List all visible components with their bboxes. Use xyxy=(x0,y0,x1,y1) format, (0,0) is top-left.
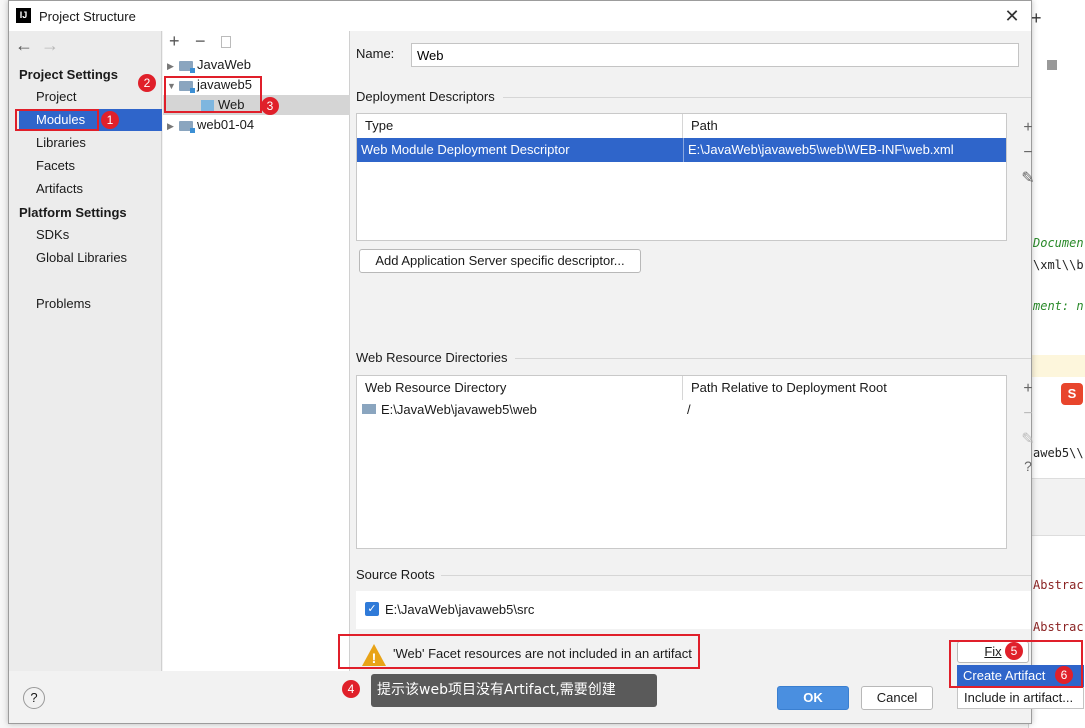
add-icon[interactable]: + xyxy=(169,31,180,52)
web-folder-icon xyxy=(362,404,376,414)
column-header-relative-path[interactable]: Path Relative to Deployment Root xyxy=(683,376,1007,400)
nav-item-global-libraries[interactable]: Global Libraries xyxy=(19,247,162,269)
remove-descriptor-icon[interactable]: − xyxy=(1019,144,1037,162)
collapse-arrow-icon[interactable]: ▼ xyxy=(167,76,179,96)
cell-web-resource-directory: E:\JavaWeb\javaweb5\web xyxy=(381,402,537,417)
edit-pencil-icon[interactable]: ✎ xyxy=(1019,170,1037,188)
nav-item-modules[interactable]: Modules xyxy=(19,109,162,131)
expand-arrow-icon[interactable]: ▶ xyxy=(167,56,179,76)
settings-nav: ← → Project Settings Project Modules Lib… xyxy=(9,31,162,671)
window-title: Project Structure xyxy=(39,9,136,24)
ide-editor-strip: Documen \xml\\b ment: n S aweb5\\ Abstra… xyxy=(1028,0,1085,728)
include-in-artifact-menu-item[interactable]: Include in artifact... xyxy=(957,687,1084,709)
module-folder-icon xyxy=(179,120,195,133)
annotation-badge-2: 2 xyxy=(138,74,156,92)
edit-pencil-icon[interactable]: ✎ xyxy=(1019,431,1037,449)
add-descriptor-icon[interactable]: + xyxy=(1019,119,1037,137)
source-root-path: E:\JavaWeb\javaweb5\src xyxy=(385,602,535,617)
annotation-badge-1: 1 xyxy=(101,111,119,129)
code-line: ment: n xyxy=(1033,299,1084,313)
module-folder-icon xyxy=(179,60,195,73)
warning-triangle-icon: ! xyxy=(361,643,387,667)
column-header-web-resource-directory[interactable]: Web Resource Directory xyxy=(357,376,683,400)
project-settings-heading: Project Settings xyxy=(19,67,118,82)
divider xyxy=(441,575,1031,576)
highlight-line xyxy=(1029,355,1085,377)
annotation-badge-3: 3 xyxy=(261,97,279,115)
nav-item-libraries[interactable]: Libraries xyxy=(19,132,162,154)
web-facet-icon xyxy=(201,99,214,112)
divider xyxy=(503,97,1031,98)
tree-item-javaweb[interactable]: ▶ JavaWeb xyxy=(167,55,251,75)
back-arrow-icon[interactable]: ← xyxy=(15,35,33,56)
add-resource-icon[interactable]: + xyxy=(1019,380,1037,398)
sogou-icon: S xyxy=(1061,383,1083,405)
intellij-icon: IJ xyxy=(16,8,31,23)
cell-path: E:\JavaWeb\javaweb5\web\WEB-INF\web.xml xyxy=(683,138,1003,162)
checkbox-checked-icon[interactable]: ✓ xyxy=(365,602,379,616)
column-header-path[interactable]: Path xyxy=(683,114,1007,138)
nav-item-facets[interactable]: Facets xyxy=(19,155,162,177)
facet-settings: Name: Deployment Descriptors Type Path W… xyxy=(351,31,1035,671)
tree-item-web01-04[interactable]: ▶ web01-04 xyxy=(167,115,254,135)
table-row[interactable]: Web Module Deployment Descriptor E:\Java… xyxy=(357,138,1006,162)
annotation-tooltip: 提示该web项目没有Artifact,需要创建 xyxy=(371,674,657,707)
divider xyxy=(515,358,1031,359)
web-resource-directories-heading: Web Resource Directories xyxy=(356,350,508,365)
nav-item-problems[interactable]: Problems xyxy=(19,293,162,315)
nav-item-sdks[interactable]: SDKs xyxy=(19,224,162,246)
table-row[interactable]: E:\JavaWeb\javaweb5\web / xyxy=(357,400,1006,420)
code-line: Abstrac xyxy=(1033,578,1084,592)
forward-arrow-icon[interactable]: → xyxy=(41,35,59,56)
cell-relative-path: / xyxy=(687,402,691,417)
annotation-badge-4: 4 xyxy=(342,680,360,698)
expand-arrow-icon[interactable]: ▶ xyxy=(167,116,179,136)
module-tree: + − ▶ JavaWeb ▼ javaweb5 Web ▶ web01-04 xyxy=(163,31,350,671)
ide-panel xyxy=(1029,478,1085,536)
remove-icon[interactable]: − xyxy=(195,31,206,52)
deployment-descriptors-table: Type Path Web Module Deployment Descript… xyxy=(356,113,1007,241)
nav-item-artifacts[interactable]: Artifacts xyxy=(19,178,162,200)
module-folder-icon xyxy=(179,80,195,93)
tree-selection xyxy=(163,95,350,115)
add-icon[interactable]: + xyxy=(1031,8,1042,29)
copy-icon[interactable] xyxy=(221,36,231,48)
help-button[interactable]: ? xyxy=(23,687,45,709)
cell-type: Web Module Deployment Descriptor xyxy=(361,142,570,157)
source-roots-panel: ✓ E:\JavaWeb\javaweb5\src xyxy=(356,591,1031,629)
close-icon[interactable]: ✕ xyxy=(1001,5,1023,27)
name-label: Name: xyxy=(356,46,395,61)
cancel-button[interactable]: Cancel xyxy=(861,686,933,710)
code-line: \xml\\b xyxy=(1033,258,1084,272)
deployment-descriptors-heading: Deployment Descriptors xyxy=(356,89,495,104)
annotation-badge-5: 5 xyxy=(1005,642,1023,660)
stop-icon[interactable] xyxy=(1047,60,1057,70)
warning-message: 'Web' Facet resources are not included i… xyxy=(393,646,692,661)
tree-item-web[interactable]: Web xyxy=(201,95,245,115)
source-roots-heading: Source Roots xyxy=(356,567,435,582)
ok-button[interactable]: OK xyxy=(777,686,849,710)
svg-text:!: ! xyxy=(372,650,377,666)
remove-resource-icon[interactable]: − xyxy=(1019,405,1037,423)
annotation-badge-6: 6 xyxy=(1055,666,1073,684)
code-line: Documen xyxy=(1033,236,1084,250)
code-line: Abstrac xyxy=(1033,620,1084,634)
add-server-descriptor-button[interactable]: Add Application Server specific descript… xyxy=(359,249,641,273)
help-question-icon[interactable]: ? xyxy=(1019,457,1037,475)
web-resource-table: Web Resource Directory Path Relative to … xyxy=(356,375,1007,549)
platform-settings-heading: Platform Settings xyxy=(19,205,127,220)
project-structure-dialog: IJ Project Structure ✕ ← → Project Setti… xyxy=(8,0,1084,724)
code-line: aweb5\\ xyxy=(1033,446,1084,460)
title-bar: IJ Project Structure ✕ xyxy=(9,1,1031,31)
column-header-type[interactable]: Type xyxy=(357,114,683,138)
name-input[interactable] xyxy=(411,43,1019,67)
tree-item-javaweb5[interactable]: ▼ javaweb5 xyxy=(167,75,252,95)
